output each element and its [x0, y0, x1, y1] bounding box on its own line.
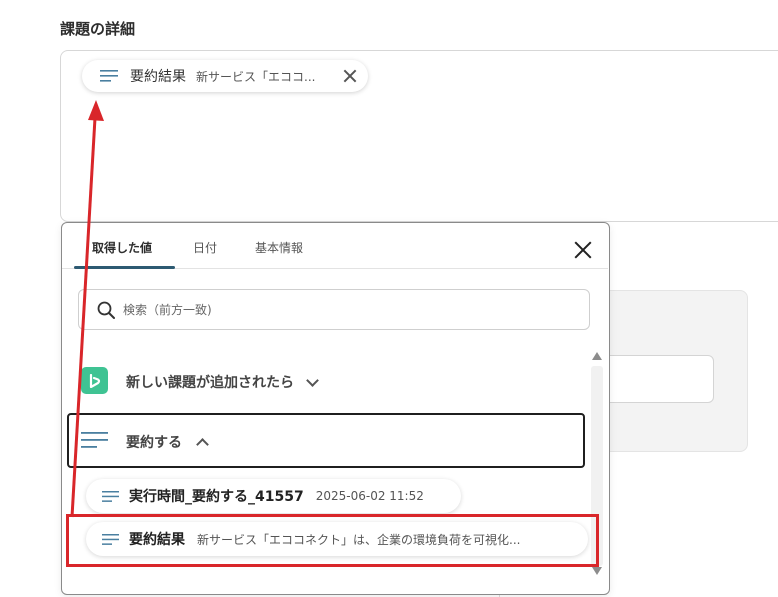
annotation-arrow — [70, 100, 104, 518]
